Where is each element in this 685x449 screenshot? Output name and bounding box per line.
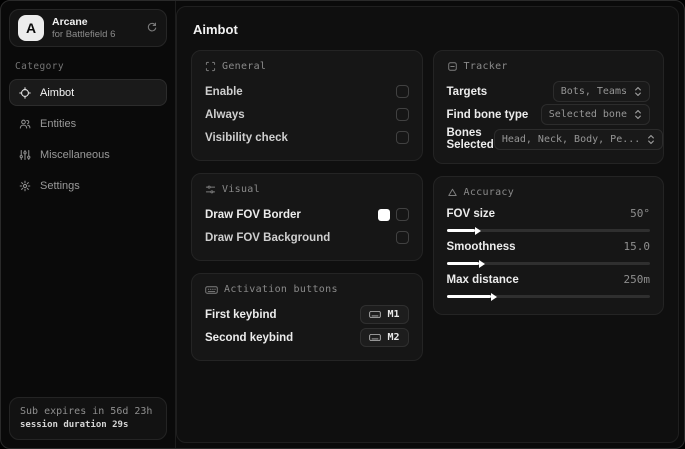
- slider-value: 250m: [623, 273, 651, 286]
- setting-row: First keybind M1: [205, 304, 409, 325]
- slider-value: 15.0: [623, 240, 651, 253]
- setting-label: Always: [205, 108, 245, 121]
- first-keybind-button[interactable]: M1: [360, 305, 409, 324]
- sidebar-item-label: Miscellaneous: [40, 148, 110, 161]
- find-bone-type-dropdown[interactable]: Selected bone: [540, 104, 650, 125]
- sidebar: A Arcane for Battlefield 6 Category Aimb…: [1, 1, 176, 448]
- slider-fill: [446, 229, 475, 232]
- activation-buttons-card: Activation buttons First keybind M1 Seco…: [191, 273, 423, 361]
- enable-checkbox[interactable]: [395, 85, 409, 98]
- main-panel: Aimbot General Enable Always Visibility …: [176, 6, 679, 443]
- dropdown-value: Head, Neck, Body, Pe...: [501, 133, 641, 145]
- setting-row: Targets Bots, Teams: [446, 81, 650, 102]
- app-name: Arcane: [52, 15, 88, 28]
- unfold-icon: [634, 109, 642, 120]
- setting-label: Draw FOV Border: [205, 208, 301, 221]
- sidebar-item-aimbot[interactable]: Aimbot: [9, 79, 167, 106]
- scan-frame-icon: [205, 61, 216, 72]
- fov-size-slider[interactable]: [446, 229, 650, 232]
- card-title: Tracker: [463, 61, 508, 72]
- keyboard-icon: [369, 310, 382, 319]
- card-title: Accuracy: [463, 187, 515, 198]
- setting-row: Always: [205, 104, 409, 125]
- slider-label: Max distance: [446, 273, 519, 286]
- setting-row: Enable: [205, 81, 409, 102]
- setting-row: Find bone type Selected bone: [446, 104, 650, 125]
- sliders-icon: [19, 149, 31, 161]
- page-title: Aimbot: [193, 22, 238, 37]
- setting-row: Draw FOV Background: [205, 227, 409, 248]
- card-title: Visual: [222, 184, 260, 195]
- dropdown-value: Bots, Teams: [560, 86, 627, 97]
- slider-value: 50°: [630, 207, 650, 220]
- triangle-icon: [447, 187, 458, 198]
- card-title: Activation buttons: [224, 284, 338, 295]
- slider-fill: [446, 295, 492, 298]
- setting-row: Bones Selected Head, Neck, Body, Pe...: [446, 127, 664, 151]
- bones-selected-dropdown[interactable]: Head, Neck, Body, Pe...: [493, 128, 664, 150]
- draw-fov-border-checkbox[interactable]: [395, 208, 409, 221]
- visual-card: Visual Draw FOV Border Draw FOV Backgrou…: [191, 173, 423, 261]
- setting-label: Bones Selected: [446, 127, 494, 151]
- users-icon: [19, 118, 31, 130]
- unfold-icon: [647, 134, 655, 145]
- setting-label: Draw FOV Background: [205, 231, 331, 244]
- sidebar-item-miscellaneous[interactable]: Miscellaneous: [9, 141, 167, 168]
- refresh-icon[interactable]: [146, 22, 158, 34]
- setting-label: Visibility check: [205, 131, 288, 144]
- fov-size-slider-group: FOV size 50°: [446, 207, 650, 232]
- setting-row: Visibility check: [205, 127, 409, 148]
- session-duration-text: session duration 29s: [20, 420, 129, 430]
- setting-label: Find bone type: [446, 108, 529, 121]
- draw-fov-background-checkbox[interactable]: [395, 231, 409, 244]
- unfold-icon: [634, 86, 642, 97]
- second-keybind-button[interactable]: M2: [360, 328, 409, 347]
- fov-border-color-swatch[interactable]: [377, 208, 390, 221]
- tracker-card: Tracker Targets Bots, Teams Find bone ty…: [432, 50, 664, 164]
- sidebar-item-label: Entities: [40, 117, 77, 130]
- setting-label: Enable: [205, 85, 243, 98]
- keybind-value: M1: [387, 309, 400, 320]
- max-distance-slider-group: Max distance 250m: [446, 273, 651, 298]
- visibility-check-checkbox[interactable]: [395, 131, 409, 144]
- always-checkbox[interactable]: [395, 108, 409, 121]
- app-window: A Arcane for Battlefield 6 Category Aimb…: [0, 0, 685, 449]
- sidebar-item-settings[interactable]: Settings: [9, 172, 167, 199]
- crosshair-icon: [19, 86, 31, 99]
- slider-label: Smoothness: [446, 240, 516, 253]
- setting-label: Second keybind: [205, 331, 294, 344]
- sliders-horizontal-icon: [205, 184, 216, 195]
- square-minus-icon: [447, 61, 458, 72]
- brand-card: A Arcane for Battlefield 6: [9, 9, 167, 47]
- keyboard-icon: [205, 285, 218, 295]
- dropdown-value: Selected bone: [548, 109, 627, 120]
- card-title: General: [222, 61, 267, 72]
- gear-icon: [19, 180, 31, 192]
- sidebar-item-label: Aimbot: [40, 86, 75, 99]
- subscription-info: Sub expires in 56d 23h session duration …: [9, 397, 167, 440]
- setting-label: Targets: [446, 85, 488, 98]
- setting-row: Draw FOV Border: [205, 204, 409, 225]
- keyboard-icon: [369, 333, 382, 342]
- targets-dropdown[interactable]: Bots, Teams: [552, 81, 650, 102]
- setting-row: Second keybind M2: [205, 327, 409, 348]
- smoothness-slider-group: Smoothness 15.0: [446, 240, 651, 265]
- general-card: General Enable Always Visibility check: [191, 50, 423, 161]
- sidebar-item-entities[interactable]: Entities: [9, 110, 167, 137]
- smoothness-slider[interactable]: [446, 262, 650, 265]
- slider-label: FOV size: [446, 207, 496, 220]
- setting-label: First keybind: [205, 308, 277, 321]
- max-distance-slider[interactable]: [446, 295, 650, 298]
- keybind-value: M2: [387, 332, 400, 343]
- app-logo: A: [18, 15, 44, 41]
- category-label: Category: [15, 61, 64, 72]
- sidebar-item-label: Settings: [40, 179, 80, 192]
- slider-fill: [446, 262, 480, 265]
- accuracy-card: Accuracy FOV size 50° Smoothness 15.0 Ma…: [432, 176, 664, 315]
- app-subtitle: for Battlefield 6: [52, 28, 116, 40]
- sub-expiry-text: Sub expires in 56d 23h: [20, 406, 153, 417]
